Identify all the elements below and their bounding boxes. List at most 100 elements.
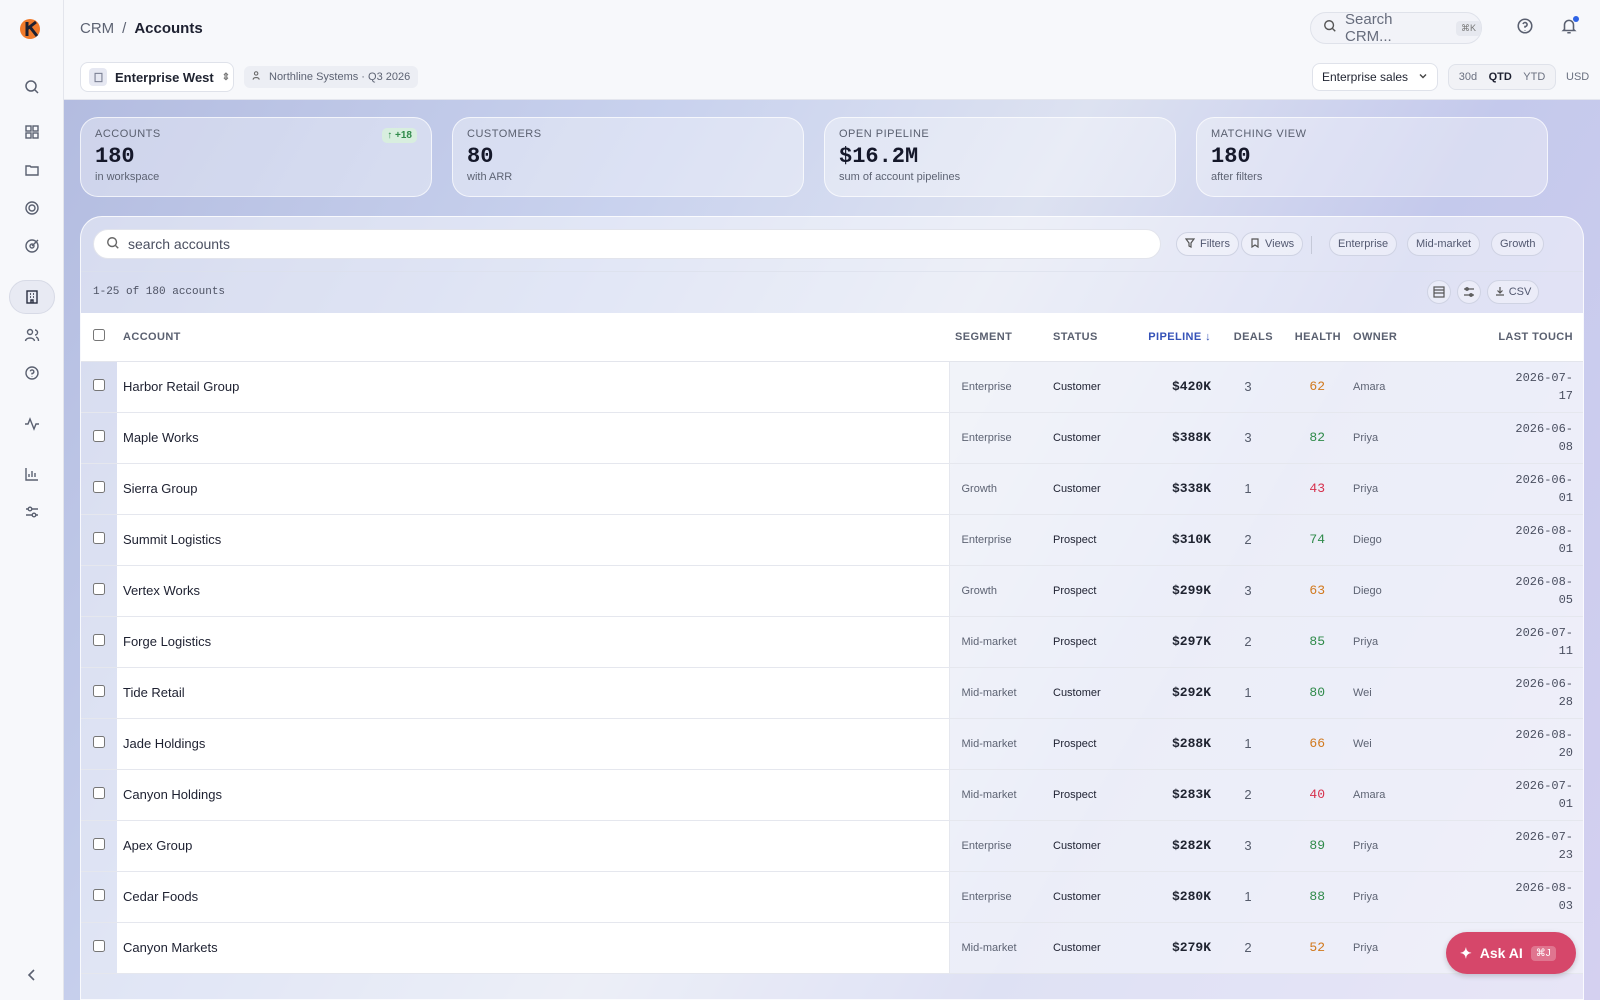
row-checkbox[interactable]: [93, 379, 105, 391]
health-cell: 85: [1279, 616, 1347, 668]
row-checkbox[interactable]: [93, 430, 105, 442]
status-cell: Prospect: [1047, 565, 1139, 617]
health-cell: 52: [1279, 922, 1347, 974]
column-header-deals[interactable]: DEALS: [1217, 313, 1279, 362]
global-search-input[interactable]: Search CRM... ⌘K: [1310, 11, 1482, 45]
search-icon[interactable]: [9, 70, 55, 104]
table-row[interactable]: Canyon Holdings Mid-market Prospect $283K 2 4…: [81, 769, 1583, 821]
context-bar: Enterprise West ⇕ Northline Systems · Q3…: [64, 56, 1600, 100]
dashboard-icon[interactable]: [9, 115, 55, 149]
column-header-segment[interactable]: SEGMENT: [949, 313, 1047, 362]
columns-settings-icon[interactable]: [1457, 280, 1481, 304]
stat-value: 180: [95, 144, 135, 169]
chevron-down-icon: [1418, 70, 1428, 84]
workspace-name: Enterprise West: [115, 69, 214, 85]
delta-value: +18: [395, 130, 412, 141]
app-logo[interactable]: [17, 14, 47, 44]
segment-chip-mid-market[interactable]: Mid-market: [1407, 232, 1481, 256]
row-checkbox[interactable]: [93, 787, 105, 799]
account-name[interactable]: Forge Logistics: [117, 616, 950, 668]
deals-cell: 3: [1217, 412, 1279, 464]
table-row[interactable]: Sierra Group Growth Customer $338K 1 43 Priya 2…: [81, 463, 1583, 515]
notification-bell-icon[interactable]: [1560, 16, 1580, 37]
table-row[interactable]: Summit Logistics Enterprise Prospect $310K 2…: [81, 514, 1583, 566]
owner-cell: Priya: [1347, 463, 1429, 515]
help-icon[interactable]: [1516, 17, 1536, 37]
collapse-sidebar-icon[interactable]: [9, 958, 55, 992]
table-row[interactable]: Vertex Works Growth Prospect $299K 3 63 Diego 2…: [81, 565, 1583, 617]
segment-cell: Mid-market: [949, 616, 1047, 668]
segment-chip-growth[interactable]: Growth: [1491, 232, 1545, 256]
row-checkbox[interactable]: [93, 838, 105, 850]
reports-icon[interactable]: [9, 457, 55, 491]
activity-icon[interactable]: [9, 407, 55, 441]
row-checkbox[interactable]: [93, 481, 105, 493]
deals-cell: 1: [1217, 667, 1279, 719]
column-header-status[interactable]: STATUS: [1047, 313, 1139, 362]
folder-icon[interactable]: [9, 153, 55, 187]
table-row[interactable]: Forge Logistics Mid-market Prospect $297K 2 8…: [81, 616, 1583, 668]
row-checkbox[interactable]: [93, 889, 105, 901]
column-header-account[interactable]: ACCOUNT: [117, 313, 949, 362]
period-qtd[interactable]: QTD: [1489, 71, 1512, 83]
contacts-icon[interactable]: [9, 318, 55, 352]
ask-ai-button[interactable]: ✦ Ask AI ⌘J: [1446, 932, 1576, 974]
account-name[interactable]: Canyon Markets: [117, 922, 950, 974]
table-row[interactable]: Canyon Markets Mid-market Customer $279K 2 52…: [81, 922, 1583, 974]
account-name[interactable]: Cedar Foods: [117, 871, 950, 923]
team-select[interactable]: Enterprise sales: [1312, 63, 1438, 91]
currency-label[interactable]: USD: [1566, 71, 1589, 83]
period-ytd[interactable]: YTD: [1523, 71, 1545, 83]
account-name[interactable]: Vertex Works: [117, 565, 950, 617]
row-checkbox[interactable]: [93, 532, 105, 544]
accounts-icon[interactable]: [9, 280, 55, 314]
account-name[interactable]: Sierra Group: [117, 463, 950, 515]
table-row[interactable]: Maple Works Enterprise Customer $388K 3 82 Pri…: [81, 412, 1583, 464]
select-all-checkbox[interactable]: [93, 329, 105, 342]
row-checkbox[interactable]: [93, 583, 105, 595]
deals-cell: 1: [1217, 871, 1279, 923]
sort-arrow-down-icon: ↓: [1205, 330, 1211, 343]
row-checkbox[interactable]: [93, 940, 105, 952]
row-checkbox[interactable]: [93, 736, 105, 748]
help-icon[interactable]: [9, 356, 55, 390]
account-name[interactable]: Jade Holdings: [117, 718, 950, 770]
views-button[interactable]: Views: [1241, 232, 1304, 256]
table-row[interactable]: Jade Holdings Mid-market Prospect $288K 1 66 W…: [81, 718, 1583, 770]
stat-card-accounts: ACCOUNTS 180 in workspace ↑ +18: [80, 117, 432, 197]
density-icon[interactable]: [1427, 280, 1451, 304]
accounts-table: ACCOUNT SEGMENT STATUS PIPELINE ↓ DEALS …: [81, 313, 1583, 974]
workspace-select[interactable]: Enterprise West ⇕: [80, 62, 234, 92]
filters-button[interactable]: Filters: [1176, 232, 1239, 256]
table-row[interactable]: Cedar Foods Enterprise Customer $280K 1 88 Pri…: [81, 871, 1583, 923]
segment-chip-enterprise[interactable]: Enterprise: [1329, 232, 1398, 256]
last-touch-cell: 2026-08- 05: [1429, 565, 1583, 617]
column-header-last-touch[interactable]: LAST TOUCH: [1429, 313, 1583, 362]
table-row[interactable]: Apex Group Enterprise Customer $282K 3 89 Priy…: [81, 820, 1583, 872]
goals-icon[interactable]: [9, 229, 55, 263]
row-checkbox[interactable]: [93, 685, 105, 697]
column-header-pipeline[interactable]: PIPELINE ↓: [1139, 313, 1217, 362]
target-icon[interactable]: [9, 191, 55, 225]
table-row[interactable]: Harbor Retail Group Enterprise Customer $42…: [81, 361, 1583, 413]
column-header-health[interactable]: HEALTH: [1279, 313, 1347, 362]
account-name[interactable]: Harbor Retail Group: [117, 361, 950, 413]
pipeline-cell: $297K: [1139, 616, 1217, 668]
breadcrumb-crm[interactable]: CRM: [80, 20, 114, 37]
accounts-search-input[interactable]: search accounts: [93, 229, 1161, 259]
account-name[interactable]: Apex Group: [117, 820, 950, 872]
team-value: Enterprise sales: [1322, 70, 1409, 84]
segment-cell: Growth: [949, 463, 1047, 515]
export-csv-button[interactable]: CSV: [1487, 280, 1539, 304]
row-checkbox-cell: [81, 922, 117, 974]
account-name[interactable]: Maple Works: [117, 412, 950, 464]
account-name[interactable]: Canyon Holdings: [117, 769, 950, 821]
period-30d[interactable]: 30d: [1459, 71, 1477, 83]
status-cell: Prospect: [1047, 514, 1139, 566]
table-row[interactable]: Tide Retail Mid-market Customer $292K 1 80 Wei…: [81, 667, 1583, 719]
settings-sliders-icon[interactable]: [9, 495, 55, 529]
account-name[interactable]: Summit Logistics: [117, 514, 950, 566]
column-header-owner[interactable]: OWNER: [1347, 313, 1429, 362]
row-checkbox[interactable]: [93, 634, 105, 646]
account-name[interactable]: Tide Retail: [117, 667, 950, 719]
